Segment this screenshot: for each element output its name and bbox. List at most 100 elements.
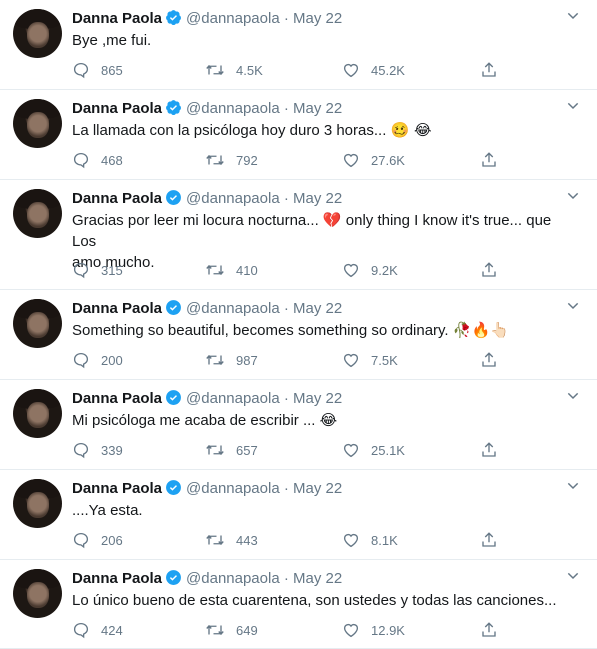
tweet-actions: 206 443 8.1K xyxy=(72,530,502,550)
tweet[interactable]: Danna Paola @dannapaola · May 22 Gracias … xyxy=(0,180,597,290)
verified-badge-icon xyxy=(165,9,182,32)
tweet-actions: 200 987 7.5K xyxy=(72,350,502,370)
share-icon xyxy=(482,442,496,457)
tweet[interactable]: Danna Paola @dannapaola · May 22 La llama… xyxy=(0,90,597,180)
chevron-down-icon[interactable] xyxy=(565,98,581,119)
share-button[interactable] xyxy=(480,260,509,280)
tweet-actions: 468 792 27.6K xyxy=(72,150,502,170)
verified-badge-icon xyxy=(165,189,182,212)
reply-count: 468 xyxy=(101,152,123,168)
chevron-down-icon[interactable] xyxy=(565,188,581,209)
reply-icon xyxy=(73,622,89,639)
retweet-count: 792 xyxy=(236,152,258,168)
chevron-down-icon[interactable] xyxy=(565,478,581,499)
tweet[interactable]: Danna Paola @dannapaola · May 22 ....Ya e… xyxy=(0,470,597,560)
reply-button[interactable]: 200 xyxy=(72,350,123,370)
retweet-count: 649 xyxy=(236,622,258,638)
retweet-count: 443 xyxy=(236,532,258,548)
author-name[interactable]: Danna Paola xyxy=(72,570,162,587)
tweet-date[interactable]: May 22 xyxy=(293,390,342,407)
avatar[interactable] xyxy=(13,569,62,618)
tweet-date[interactable]: May 22 xyxy=(293,480,342,497)
author-handle[interactable]: @dannapaola xyxy=(186,300,280,317)
retweet-button[interactable]: 443 xyxy=(205,530,258,550)
like-button[interactable]: 25.1K xyxy=(342,440,405,460)
retweet-button[interactable]: 410 xyxy=(205,260,258,280)
author-name[interactable]: Danna Paola xyxy=(72,300,162,317)
share-button[interactable] xyxy=(480,620,509,640)
heart-icon xyxy=(343,153,359,168)
like-button[interactable]: 12.9K xyxy=(342,620,405,640)
tweet-text: Lo único bueno de esta cuarentena, son u… xyxy=(72,590,572,611)
like-count: 8.1K xyxy=(371,532,398,548)
avatar[interactable] xyxy=(13,479,62,528)
avatar[interactable] xyxy=(13,189,62,238)
retweet-button[interactable]: 792 xyxy=(205,150,258,170)
reply-button[interactable]: 206 xyxy=(72,530,123,550)
like-button[interactable]: 27.6K xyxy=(342,150,405,170)
author-name[interactable]: Danna Paola xyxy=(72,100,162,117)
avatar[interactable] xyxy=(13,9,62,58)
retweet-icon xyxy=(206,264,224,276)
tweet-header: Danna Paola @dannapaola · May 22 xyxy=(72,389,342,409)
tweet-date[interactable]: May 22 xyxy=(293,190,342,207)
reply-button[interactable]: 339 xyxy=(72,440,123,460)
chevron-down-icon[interactable] xyxy=(565,298,581,319)
like-button[interactable]: 45.2K xyxy=(342,60,405,80)
retweet-button[interactable]: 4.5K xyxy=(205,60,263,80)
author-name[interactable]: Danna Paola xyxy=(72,480,162,497)
share-button[interactable] xyxy=(480,440,509,460)
tweet-text: La llamada con la psicóloga hoy duro 3 h… xyxy=(72,120,572,141)
tweet-date[interactable]: May 22 xyxy=(293,300,342,317)
author-handle[interactable]: @dannapaola xyxy=(186,10,280,27)
avatar[interactable] xyxy=(13,299,62,348)
author-handle[interactable]: @dannapaola xyxy=(186,480,280,497)
author-handle[interactable]: @dannapaola xyxy=(186,570,280,587)
emoji: 🥀🔥👆🏻 xyxy=(452,321,509,339)
reply-button[interactable]: 315 xyxy=(72,260,123,280)
author-name[interactable]: Danna Paola xyxy=(72,190,162,207)
separator-dot: · xyxy=(283,570,289,587)
like-button[interactable]: 9.2K xyxy=(342,260,398,280)
tweet[interactable]: Danna Paola @dannapaola · May 22 Bye ,me … xyxy=(0,0,597,90)
share-icon xyxy=(482,262,496,277)
reply-button[interactable]: 424 xyxy=(72,620,123,640)
retweet-button[interactable]: 657 xyxy=(205,440,258,460)
author-name[interactable]: Danna Paola xyxy=(72,10,162,27)
chevron-down-icon[interactable] xyxy=(565,568,581,589)
chevron-down-icon[interactable] xyxy=(565,388,581,409)
separator-dot: · xyxy=(283,10,289,27)
retweet-button[interactable]: 649 xyxy=(205,620,258,640)
like-button[interactable]: 8.1K xyxy=(342,530,398,550)
share-button[interactable] xyxy=(480,60,509,80)
tweet-date[interactable]: May 22 xyxy=(293,10,342,27)
author-handle[interactable]: @dannapaola xyxy=(186,390,280,407)
retweet-button[interactable]: 987 xyxy=(205,350,258,370)
share-button[interactable] xyxy=(480,150,509,170)
reply-button[interactable]: 468 xyxy=(72,150,123,170)
tweet-text: Bye ,me fui. xyxy=(72,30,572,51)
tweet-date[interactable]: May 22 xyxy=(293,570,342,587)
verified-badge-icon xyxy=(165,299,182,322)
share-button[interactable] xyxy=(480,530,509,550)
author-name[interactable]: Danna Paola xyxy=(72,390,162,407)
tweet[interactable]: Danna Paola @dannapaola · May 22 Somethin… xyxy=(0,290,597,380)
tweet-text-body: Mi psicóloga me acaba de escribir ... xyxy=(72,412,320,429)
avatar[interactable] xyxy=(13,99,62,148)
author-handle[interactable]: @dannapaola xyxy=(186,100,280,117)
heart-icon xyxy=(343,63,359,78)
tweet[interactable]: Danna Paola @dannapaola · May 22 Mi psicó… xyxy=(0,380,597,470)
avatar[interactable] xyxy=(13,389,62,438)
heart-icon xyxy=(343,533,359,548)
chevron-down-icon[interactable] xyxy=(565,8,581,29)
tweet-date[interactable]: May 22 xyxy=(293,100,342,117)
retweet-icon xyxy=(206,354,224,366)
share-button[interactable] xyxy=(480,350,509,370)
tweet[interactable]: Danna Paola @dannapaola · May 22 Lo único… xyxy=(0,560,597,649)
reply-button[interactable]: 865 xyxy=(72,60,123,80)
like-button[interactable]: 7.5K xyxy=(342,350,398,370)
author-handle[interactable]: @dannapaola xyxy=(186,190,280,207)
like-count: 7.5K xyxy=(371,352,398,368)
tweet-text-body: Something so beautiful, becomes somethin… xyxy=(72,322,453,339)
reply-icon xyxy=(73,152,89,169)
